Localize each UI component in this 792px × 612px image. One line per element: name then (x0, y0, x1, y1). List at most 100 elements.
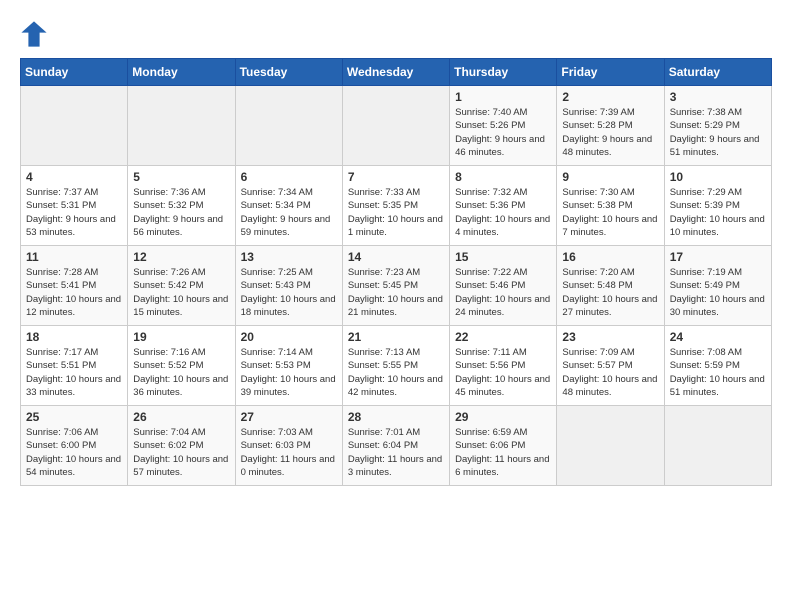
calendar-cell: 26 Sunrise: 7:04 AMSunset: 6:02 PMDayligh… (128, 406, 235, 486)
day-header-wednesday: Wednesday (342, 59, 449, 86)
day-number: 17 (670, 250, 766, 264)
day-number: 3 (670, 90, 766, 104)
day-info: Sunrise: 7:32 AMSunset: 5:36 PMDaylight:… (455, 186, 551, 239)
day-info: Sunrise: 7:17 AMSunset: 5:51 PMDaylight:… (26, 346, 122, 399)
day-number: 9 (562, 170, 658, 184)
calendar-cell: 13Sunrise: 7:25 AMSunset: 5:43 PMDayligh… (235, 246, 342, 326)
day-number: 13 (241, 250, 337, 264)
day-number: 4 (26, 170, 122, 184)
day-number: 6 (241, 170, 337, 184)
calendar-cell: 10 Sunrise: 7:29 AMSunset: 5:39 PMDayligh… (664, 166, 771, 246)
calendar-cell: 22 Sunrise: 7:11 AMSunset: 5:56 PMDayligh… (450, 326, 557, 406)
calendar-cell: 3 Sunrise: 7:38 AMSunset: 5:29 PMDaylight… (664, 86, 771, 166)
day-info: Sunrise: 7:14 AMSunset: 5:53 PMDaylight:… (241, 346, 337, 399)
calendar-header-row: SundayMondayTuesdayWednesdayThursdayFrid… (21, 59, 772, 86)
day-number: 19 (133, 330, 229, 344)
day-number: 10 (670, 170, 766, 184)
calendar-cell: 12 Sunrise: 7:26 AMSunset: 5:42 PMDayligh… (128, 246, 235, 326)
day-info: Sunrise: 7:06 AMSunset: 6:00 PMDaylight:… (26, 426, 122, 479)
day-info: Sunrise: 7:39 AMSunset: 5:28 PMDaylight:… (562, 106, 658, 159)
day-header-friday: Friday (557, 59, 664, 86)
day-info: Sunrise: 7:03 AMSunset: 6:03 PMDaylight:… (241, 426, 337, 479)
day-number: 18 (26, 330, 122, 344)
calendar-week-row: 11 Sunrise: 7:28 AMSunset: 5:41 PMDayligh… (21, 246, 772, 326)
day-number: 2 (562, 90, 658, 104)
day-number: 5 (133, 170, 229, 184)
day-header-thursday: Thursday (450, 59, 557, 86)
calendar-week-row: 18 Sunrise: 7:17 AMSunset: 5:51 PMDayligh… (21, 326, 772, 406)
calendar-cell (128, 86, 235, 166)
day-number: 8 (455, 170, 551, 184)
calendar-cell: 19 Sunrise: 7:16 AMSunset: 5:52 PMDayligh… (128, 326, 235, 406)
day-info: Sunrise: 7:29 AMSunset: 5:39 PMDaylight:… (670, 186, 766, 239)
calendar-table: SundayMondayTuesdayWednesdayThursdayFrid… (20, 58, 772, 486)
logo (20, 20, 52, 48)
day-info: Sunrise: 7:01 AMSunset: 6:04 PMDaylight:… (348, 426, 444, 479)
calendar-cell: 21Sunrise: 7:13 AMSunset: 5:55 PMDayligh… (342, 326, 449, 406)
logo-icon (20, 20, 48, 48)
day-number: 15 (455, 250, 551, 264)
day-number: 29 (455, 410, 551, 424)
calendar-cell (21, 86, 128, 166)
day-info: Sunrise: 7:37 AMSunset: 5:31 PMDaylight:… (26, 186, 122, 239)
day-number: 21 (348, 330, 444, 344)
calendar-cell (557, 406, 664, 486)
day-info: Sunrise: 7:40 AMSunset: 5:26 PMDaylight:… (455, 106, 551, 159)
day-number: 22 (455, 330, 551, 344)
day-number: 24 (670, 330, 766, 344)
day-info: Sunrise: 7:30 AMSunset: 5:38 PMDaylight:… (562, 186, 658, 239)
calendar-cell: 1 Sunrise: 7:40 AMSunset: 5:26 PMDaylight… (450, 86, 557, 166)
day-info: Sunrise: 7:33 AMSunset: 5:35 PMDaylight:… (348, 186, 444, 239)
day-number: 11 (26, 250, 122, 264)
calendar-cell: 6 Sunrise: 7:34 AMSunset: 5:34 PMDaylight… (235, 166, 342, 246)
calendar-cell: 18 Sunrise: 7:17 AMSunset: 5:51 PMDayligh… (21, 326, 128, 406)
day-info: Sunrise: 7:22 AMSunset: 5:46 PMDaylight:… (455, 266, 551, 319)
calendar-cell: 28Sunrise: 7:01 AMSunset: 6:04 PMDayligh… (342, 406, 449, 486)
calendar-cell (235, 86, 342, 166)
day-number: 7 (348, 170, 444, 184)
calendar-cell: 8 Sunrise: 7:32 AMSunset: 5:36 PMDaylight… (450, 166, 557, 246)
day-number: 16 (562, 250, 658, 264)
calendar-cell: 4 Sunrise: 7:37 AMSunset: 5:31 PMDaylight… (21, 166, 128, 246)
day-number: 26 (133, 410, 229, 424)
calendar-week-row: 25 Sunrise: 7:06 AMSunset: 6:00 PMDayligh… (21, 406, 772, 486)
day-number: 12 (133, 250, 229, 264)
day-info: Sunrise: 7:11 AMSunset: 5:56 PMDaylight:… (455, 346, 551, 399)
calendar-week-row: 1 Sunrise: 7:40 AMSunset: 5:26 PMDaylight… (21, 86, 772, 166)
calendar-cell: 20 Sunrise: 7:14 AMSunset: 5:53 PMDayligh… (235, 326, 342, 406)
day-info: Sunrise: 7:28 AMSunset: 5:41 PMDaylight:… (26, 266, 122, 319)
day-info: Sunrise: 7:38 AMSunset: 5:29 PMDaylight:… (670, 106, 766, 159)
calendar-cell: 14Sunrise: 7:23 AMSunset: 5:45 PMDayligh… (342, 246, 449, 326)
calendar-cell (342, 86, 449, 166)
day-number: 20 (241, 330, 337, 344)
calendar-cell: 17Sunrise: 7:19 AMSunset: 5:49 PMDayligh… (664, 246, 771, 326)
calendar-cell: 24 Sunrise: 7:08 AMSunset: 5:59 PMDayligh… (664, 326, 771, 406)
calendar-cell: 25 Sunrise: 7:06 AMSunset: 6:00 PMDayligh… (21, 406, 128, 486)
calendar-week-row: 4 Sunrise: 7:37 AMSunset: 5:31 PMDaylight… (21, 166, 772, 246)
calendar-cell: 29 Sunrise: 6:59 AMSunset: 6:06 PMDayligh… (450, 406, 557, 486)
calendar-cell: 23Sunrise: 7:09 AMSunset: 5:57 PMDayligh… (557, 326, 664, 406)
calendar-cell: 5Sunrise: 7:36 AMSunset: 5:32 PMDaylight… (128, 166, 235, 246)
day-info: Sunrise: 7:09 AMSunset: 5:57 PMDaylight:… (562, 346, 658, 399)
day-info: Sunrise: 7:20 AMSunset: 5:48 PMDaylight:… (562, 266, 658, 319)
calendar-cell: 7 Sunrise: 7:33 AMSunset: 5:35 PMDaylight… (342, 166, 449, 246)
day-info: Sunrise: 7:34 AMSunset: 5:34 PMDaylight:… (241, 186, 337, 239)
calendar-cell: 27 Sunrise: 7:03 AMSunset: 6:03 PMDayligh… (235, 406, 342, 486)
day-info: Sunrise: 7:04 AMSunset: 6:02 PMDaylight:… (133, 426, 229, 479)
day-info: Sunrise: 6:59 AMSunset: 6:06 PMDaylight:… (455, 426, 551, 479)
page-header (20, 16, 772, 48)
day-header-sunday: Sunday (21, 59, 128, 86)
calendar-cell: 15 Sunrise: 7:22 AMSunset: 5:46 PMDayligh… (450, 246, 557, 326)
day-info: Sunrise: 7:16 AMSunset: 5:52 PMDaylight:… (133, 346, 229, 399)
day-header-saturday: Saturday (664, 59, 771, 86)
day-info: Sunrise: 7:08 AMSunset: 5:59 PMDaylight:… (670, 346, 766, 399)
calendar-cell: 9 Sunrise: 7:30 AMSunset: 5:38 PMDaylight… (557, 166, 664, 246)
calendar-cell: 16 Sunrise: 7:20 AMSunset: 5:48 PMDayligh… (557, 246, 664, 326)
day-header-monday: Monday (128, 59, 235, 86)
day-info: Sunrise: 7:26 AMSunset: 5:42 PMDaylight:… (133, 266, 229, 319)
day-number: 1 (455, 90, 551, 104)
day-number: 25 (26, 410, 122, 424)
day-number: 27 (241, 410, 337, 424)
calendar-cell (664, 406, 771, 486)
day-number: 14 (348, 250, 444, 264)
